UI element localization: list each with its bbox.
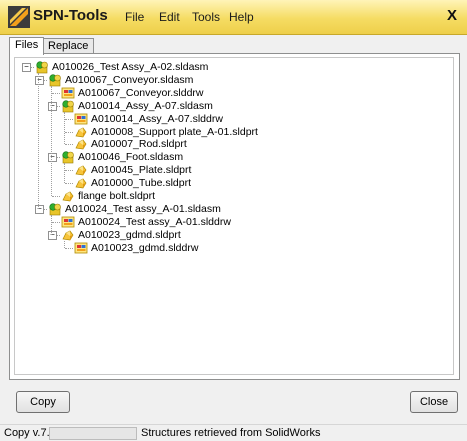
tree-connector [65,118,73,120]
file-tree[interactable]: A010026_Test Assy_A-02.sldasm − A010067_Co… [14,57,454,375]
tree-connector [52,196,60,197]
tree-expander-icon[interactable]: − [35,75,44,85]
tree-connector [64,240,65,248]
tree-connector [52,92,60,94]
status-version: Copy v.7.5 [4,427,56,439]
tree-connector [38,73,39,209]
tree-expander-icon[interactable]: − [48,230,57,240]
tree-node-label: A010014_Assy_A-07.slddrw [91,112,223,125]
tree-connector [65,183,73,185]
files-panel: A010026_Test Assy_A-02.sldasm − A010067_Co… [9,53,460,380]
assembly-icon [62,151,74,164]
tree-expander-icon[interactable]: − [22,63,31,72]
menu-edit[interactable]: Edit [159,10,180,24]
part-icon [75,178,87,189]
tree-node-label: A010046_Foot.sldasm [78,151,184,164]
menu-file[interactable]: File [125,10,144,24]
assembly-icon [36,61,48,74]
tree-connector [65,131,73,133]
part-icon [62,191,74,202]
tree-expander-icon[interactable]: − [35,204,44,214]
tree-node-label: A010023_gdmd.sldprt [78,228,181,241]
tree-expander-icon[interactable]: − [48,153,57,163]
assembly-icon [49,203,61,216]
drawing-icon [61,87,75,99]
part-icon [75,165,87,176]
tree-connector [51,85,52,196]
tree-node-label: A010014_Assy_A-07.sldasm [78,99,213,112]
assembly-icon [62,100,74,112]
tree-connector [64,163,65,184]
drawing-icon [74,242,88,253]
tree-connector [65,170,73,172]
tree-node-label: flange bolt.sldprt [78,190,156,202]
part-icon [75,139,87,150]
drawing-icon [61,216,75,228]
menu-help[interactable]: Help [229,10,254,24]
tree-connector [65,247,73,249]
app-title: SPN-Tools [33,7,108,24]
progress-bar [49,427,137,440]
tree-node-label: A010067_Conveyor.sldasm [65,73,194,86]
spn-tools-window: SPN-Tools File Edit Tools Help X Files R… [0,0,467,441]
tree-node-label: A010024_Test assy_A-01.slddrw [78,215,231,228]
menu-tools[interactable]: Tools [192,10,220,24]
tree-connector [52,221,60,223]
tree-connector [64,111,65,145]
tree-node-label: A010026_Test Assy_A-02.sldasm [52,61,209,73]
part-icon [75,127,87,137]
tree-node-label: A010000_Tube.sldprt [91,177,192,190]
part-icon [62,230,74,241]
tree-node-label: A010045_Plate.sldprt [91,164,192,177]
tree-node-label: A010067_Conveyor.slddrw [78,86,204,99]
status-bar: Copy v.7.5 Structures retrieved from Sol… [0,424,467,441]
tree-node-label: A010024_Test assy_A-01.sldasm [65,202,221,215]
tree-node-label: A010008_Support plate_A-01.sldprt [91,125,258,138]
close-window-button[interactable]: X [447,7,457,24]
spn-logo-icon [8,6,30,28]
tree-node-label: A010023_gdmd.slddrw [91,241,199,254]
status-message: Structures retrieved from SolidWorks [141,427,321,439]
title-bar: SPN-Tools File Edit Tools Help X [0,0,467,35]
tab-replace-list[interactable]: Replace list [42,38,95,67]
drawing-icon [74,113,88,124]
tree-node-label: A010007_Rod.sldprt [91,138,187,151]
assembly-icon [49,74,61,87]
tree-connector [51,214,52,235]
tree-connector [65,144,73,146]
tree-expander-icon[interactable]: − [48,101,57,111]
close-button[interactable]: Close [410,391,458,413]
copy-button[interactable]: Copy [16,391,70,413]
tab-files[interactable]: Files [9,37,45,55]
